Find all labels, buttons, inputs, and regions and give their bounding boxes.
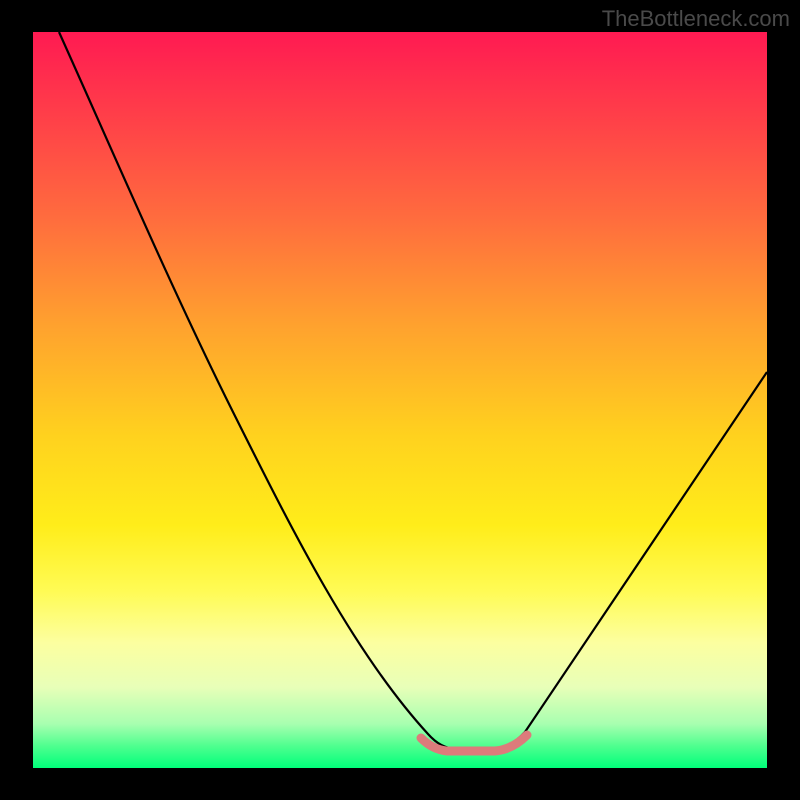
bottleneck-curve-path: [59, 32, 767, 749]
chart-svg: [33, 32, 767, 768]
chart-plot-area: [33, 32, 767, 768]
watermark-text: TheBottleneck.com: [602, 6, 790, 32]
